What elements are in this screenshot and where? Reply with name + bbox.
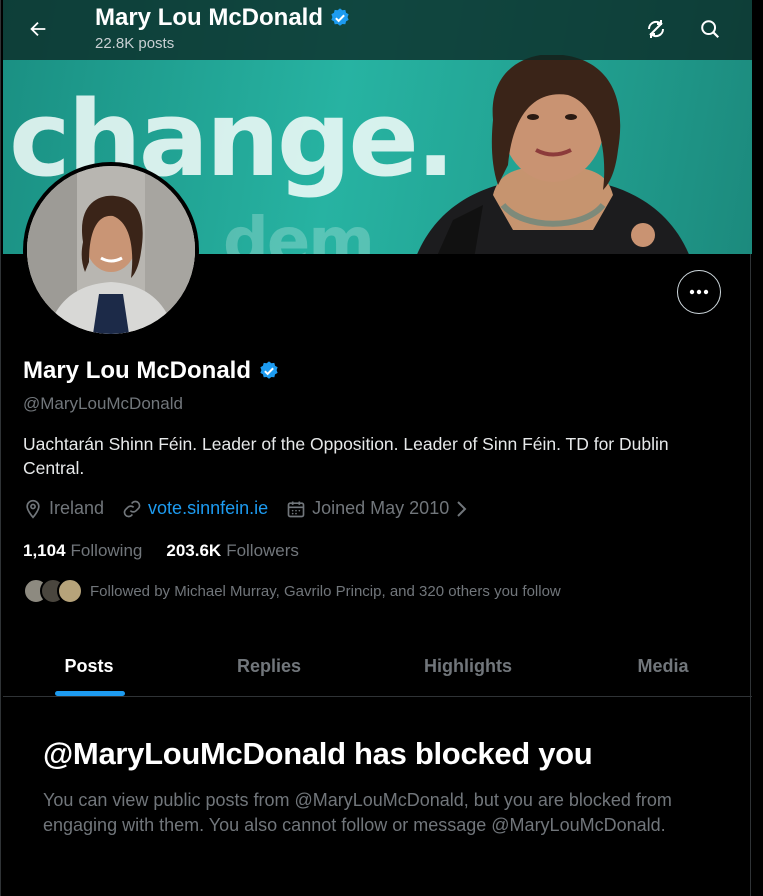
calendar-icon <box>287 501 305 517</box>
tab-label: Replies <box>236 655 302 676</box>
translate-button[interactable] <box>639 12 673 46</box>
profile-meta: Ireland vote.sinnfein.ie Joined May 2010 <box>23 498 487 519</box>
following-count: 1,104 <box>23 541 66 560</box>
joined-text: Joined May 2010 <box>312 498 450 518</box>
followers-link[interactable]: 203.6K Followers <box>166 541 299 561</box>
profile-display-name: Mary Lou McDonald <box>23 357 280 385</box>
header-title: Mary Lou McDonald <box>95 4 351 32</box>
location-item: Ireland <box>23 498 104 519</box>
tab-media[interactable]: Media <box>613 636 713 696</box>
header-name: Mary Lou McDonald <box>95 4 324 31</box>
profile-tabs: Posts Replies Highlights Media <box>3 636 752 697</box>
following-label: Following <box>70 541 143 560</box>
followers-count: 203.6K <box>166 541 222 560</box>
website-item[interactable]: vote.sinnfein.ie <box>122 498 268 519</box>
chevron-right-icon <box>457 500 467 517</box>
tab-label: Highlights <box>424 655 512 676</box>
website-link[interactable]: vote.sinnfein.ie <box>148 498 268 519</box>
tab-label: Media <box>637 655 689 676</box>
followed-by[interactable]: Followed by Michael Murray, Gavrilo Prin… <box>23 578 561 604</box>
following-link[interactable]: 1,104 Following <box>23 541 142 561</box>
search-button[interactable] <box>693 12 727 46</box>
followers-label: Followers <box>226 541 299 560</box>
avatar-photo <box>27 166 195 334</box>
verified-badge-icon <box>331 8 349 26</box>
joined-item[interactable]: Joined May 2010 <box>286 498 469 519</box>
verified-badge-icon[interactable] <box>258 360 280 382</box>
tab-highlights[interactable]: Highlights <box>408 636 528 696</box>
post-count: 22.8K posts <box>95 35 175 52</box>
sync-slash-icon <box>647 20 665 38</box>
banner-speaker-image <box>417 55 689 254</box>
location-text: Ireland <box>49 498 105 518</box>
banner-text-secondary: dem <box>223 205 375 254</box>
back-button[interactable] <box>21 12 55 46</box>
active-tab-indicator <box>55 691 125 696</box>
tab-label: Posts <box>64 655 114 676</box>
followed-by-text: Followed by Michael Murray, Gavrilo Prin… <box>90 582 561 600</box>
profile-page: change. dem Mary Lou McDonald 22.8K post… <box>0 0 752 896</box>
mutual-avatars <box>23 578 83 604</box>
follow-stats: 1,104 Following 203.6K Followers <box>23 541 323 561</box>
top-bar: Mary Lou McDonald 22.8K posts <box>3 0 752 60</box>
more-options-button[interactable] <box>677 270 721 314</box>
avatar <box>57 578 83 604</box>
profile-bio: Uachtarán Shinn Féin. Leader of the Oppo… <box>23 434 669 478</box>
profile-name-text: Mary Lou McDonald <box>23 357 252 384</box>
more-dots-icon <box>689 289 709 295</box>
location-pin-icon <box>26 499 40 519</box>
search-icon <box>701 20 720 39</box>
blocked-title: @MaryLouMcDonald has blocked you <box>43 736 593 771</box>
profile-handle: @MaryLouMcDonald <box>23 394 183 413</box>
profile-avatar[interactable] <box>23 162 199 338</box>
tab-posts[interactable]: Posts <box>39 636 139 696</box>
link-icon <box>123 500 141 517</box>
tab-replies[interactable]: Replies <box>219 636 319 696</box>
back-arrow-icon <box>30 21 46 37</box>
blocked-message: You can view public posts from @MaryLouM… <box>43 790 672 835</box>
